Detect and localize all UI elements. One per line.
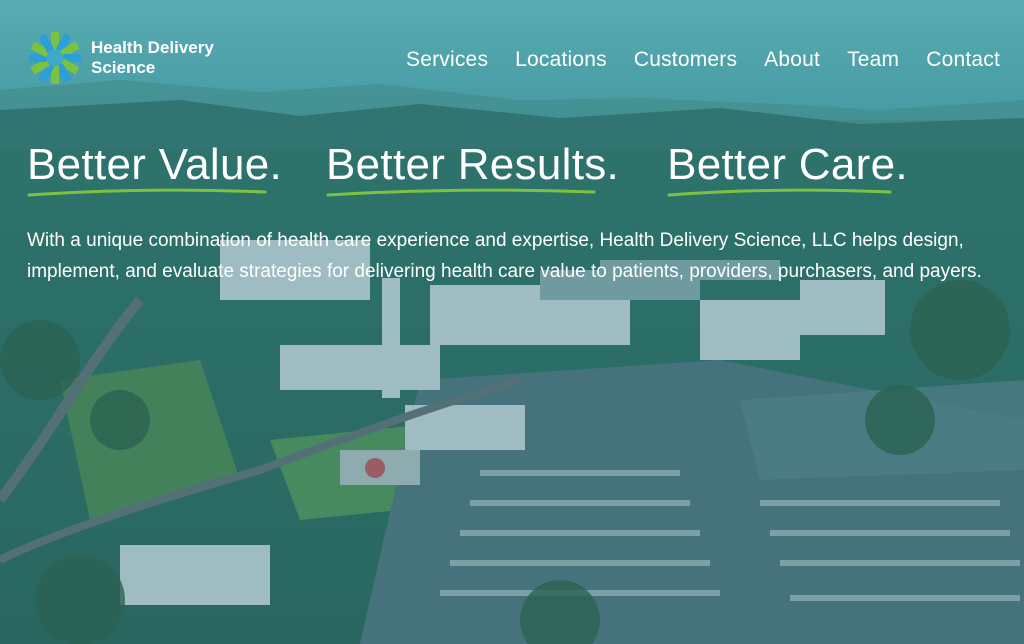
teal-overlay	[0, 0, 1024, 644]
headline-results: Better Results.	[326, 140, 620, 197]
nav-team[interactable]: Team	[847, 48, 899, 72]
main-nav: Services Locations Customers About Team …	[406, 48, 1000, 72]
brand-name: Health Delivery Science	[91, 38, 231, 78]
headline-value-text: Better Value.	[27, 140, 283, 189]
hero-description: With a unique combination of health care…	[27, 230, 982, 282]
nav-about[interactable]: About	[764, 48, 820, 72]
brand-name-line1: Health Delivery	[91, 38, 214, 57]
headline-care: Better Care.	[667, 140, 908, 197]
headline-care-text: Better Care.	[667, 140, 908, 189]
nav-customers[interactable]: Customers	[634, 48, 737, 72]
headline-results-underline	[326, 188, 596, 197]
headline-value: Better Value.	[27, 140, 283, 197]
hero-section: Health Delivery Science Services Locatio…	[0, 0, 1024, 644]
brand-logo[interactable]: Health Delivery Science	[27, 30, 231, 86]
logo-icon	[29, 32, 81, 84]
nav-services[interactable]: Services	[406, 48, 488, 72]
headline-care-underline	[667, 188, 892, 197]
headline-value-underline	[27, 188, 267, 197]
nav-locations[interactable]: Locations	[515, 48, 607, 72]
nav-contact[interactable]: Contact	[926, 48, 1000, 72]
brand-name-line2: Science	[91, 58, 156, 77]
headline-results-text: Better Results.	[326, 140, 620, 189]
hero-headline: Better Value. Better Results. Better Car…	[27, 140, 908, 197]
